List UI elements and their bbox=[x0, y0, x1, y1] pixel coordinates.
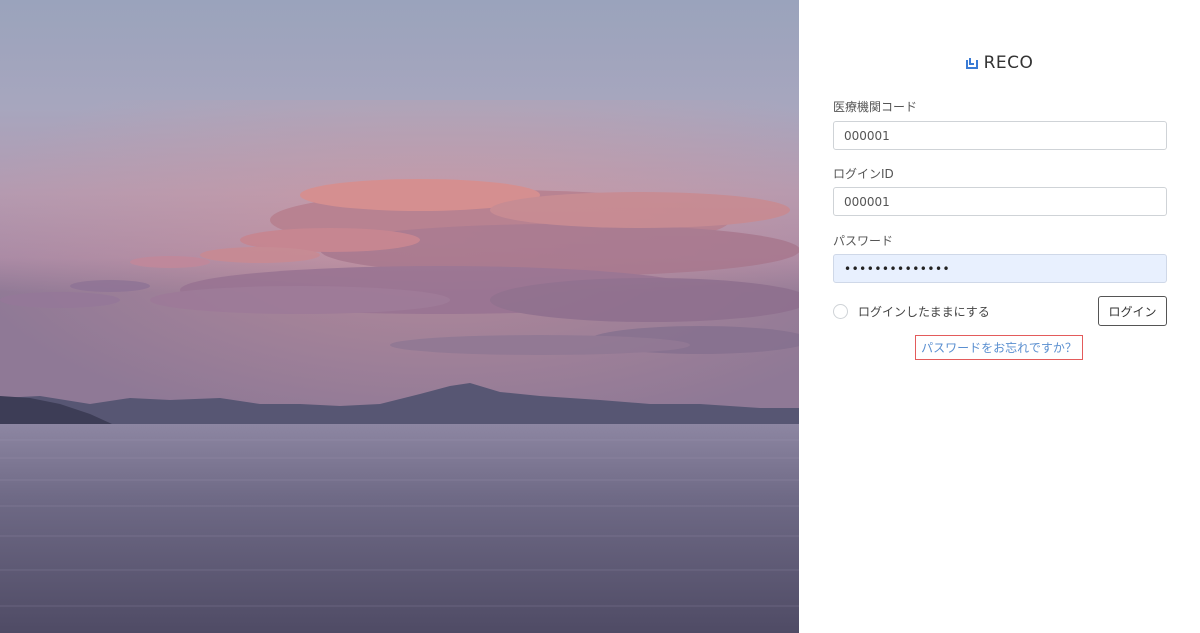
facility-code-label: 医療機関コード bbox=[833, 100, 918, 114]
password-label: パスワード bbox=[833, 234, 894, 248]
login-id-label: ログインID bbox=[833, 167, 894, 181]
reco-logo-icon bbox=[965, 58, 978, 69]
password-input[interactable] bbox=[833, 254, 1167, 283]
sunset-lake-image bbox=[0, 0, 799, 633]
login-id-input[interactable] bbox=[833, 187, 1167, 216]
facility-code-input[interactable] bbox=[833, 121, 1167, 150]
brand-logo: RECO bbox=[799, 50, 1200, 76]
background-photo bbox=[0, 0, 799, 633]
login-button[interactable]: ログイン bbox=[1098, 296, 1167, 326]
remember-me-radio[interactable] bbox=[833, 304, 848, 319]
remember-me-label: ログインしたままにする bbox=[858, 305, 990, 319]
remember-me[interactable]: ログインしたままにする bbox=[833, 303, 990, 320]
forgot-password-link[interactable]: パスワードをお忘れですか？ bbox=[915, 335, 1083, 360]
login-panel: RECO 医療機関コード ログインID パスワード ログインしたままにする ログ… bbox=[799, 0, 1200, 633]
brand-name: RECO bbox=[983, 53, 1034, 73]
